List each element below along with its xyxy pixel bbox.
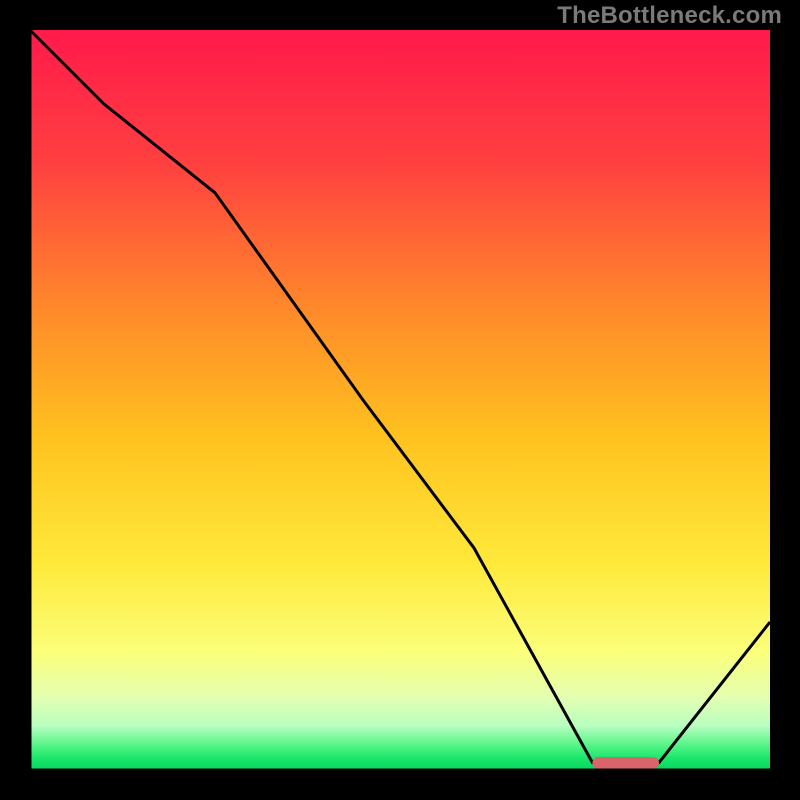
bottleneck-chart — [0, 0, 800, 800]
optimal-range-marker — [592, 757, 659, 769]
chart-frame: TheBottleneck.com — [0, 0, 800, 800]
gradient-background — [30, 30, 770, 770]
watermark-text: TheBottleneck.com — [557, 2, 782, 30]
